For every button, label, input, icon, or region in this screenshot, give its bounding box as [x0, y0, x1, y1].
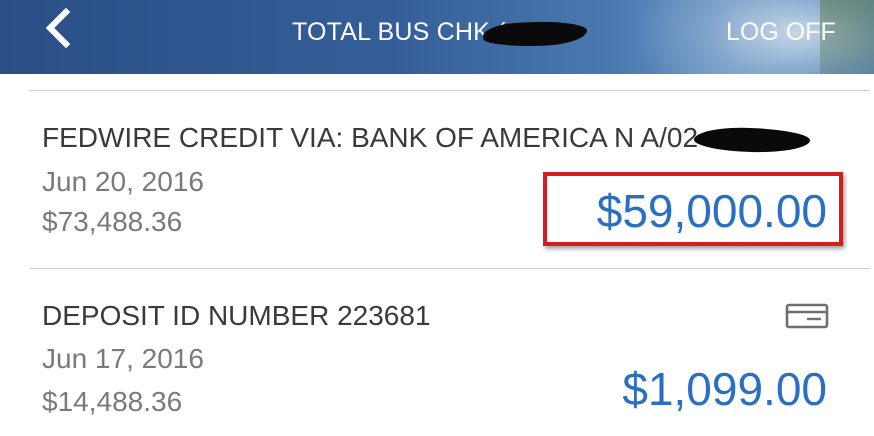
highlight-annotation-box	[543, 172, 843, 246]
transaction-amount: $1,099.00	[622, 363, 827, 415]
log-off-button[interactable]: LOG OFF	[726, 18, 836, 47]
transactions-screen: TOTAL BUS CHK ( LOG OFF FEDWIRE CREDIT V…	[0, 0, 874, 436]
transaction-date: Jun 17, 2016	[42, 343, 204, 374]
back-button[interactable]	[36, 6, 86, 52]
divider	[30, 268, 870, 269]
transaction-date: Jun 20, 2016	[42, 166, 204, 197]
transaction-description: FEDWIRE CREDIT VIA: BANK OF AMERICA N A/…	[42, 122, 699, 153]
account-title: TOTAL BUS CHK (	[292, 18, 506, 46]
transaction-balance: $14,488.36	[42, 386, 183, 417]
transaction-balance: $73,488.36	[42, 206, 183, 237]
header-bar: TOTAL BUS CHK ( LOG OFF	[0, 0, 874, 74]
chevron-left-icon	[45, 7, 71, 49]
redaction-mark	[693, 126, 811, 154]
check-deposit-icon[interactable]	[785, 303, 829, 329]
transaction-description: DEPOSIT ID NUMBER 223681	[42, 300, 431, 331]
divider	[30, 90, 870, 91]
